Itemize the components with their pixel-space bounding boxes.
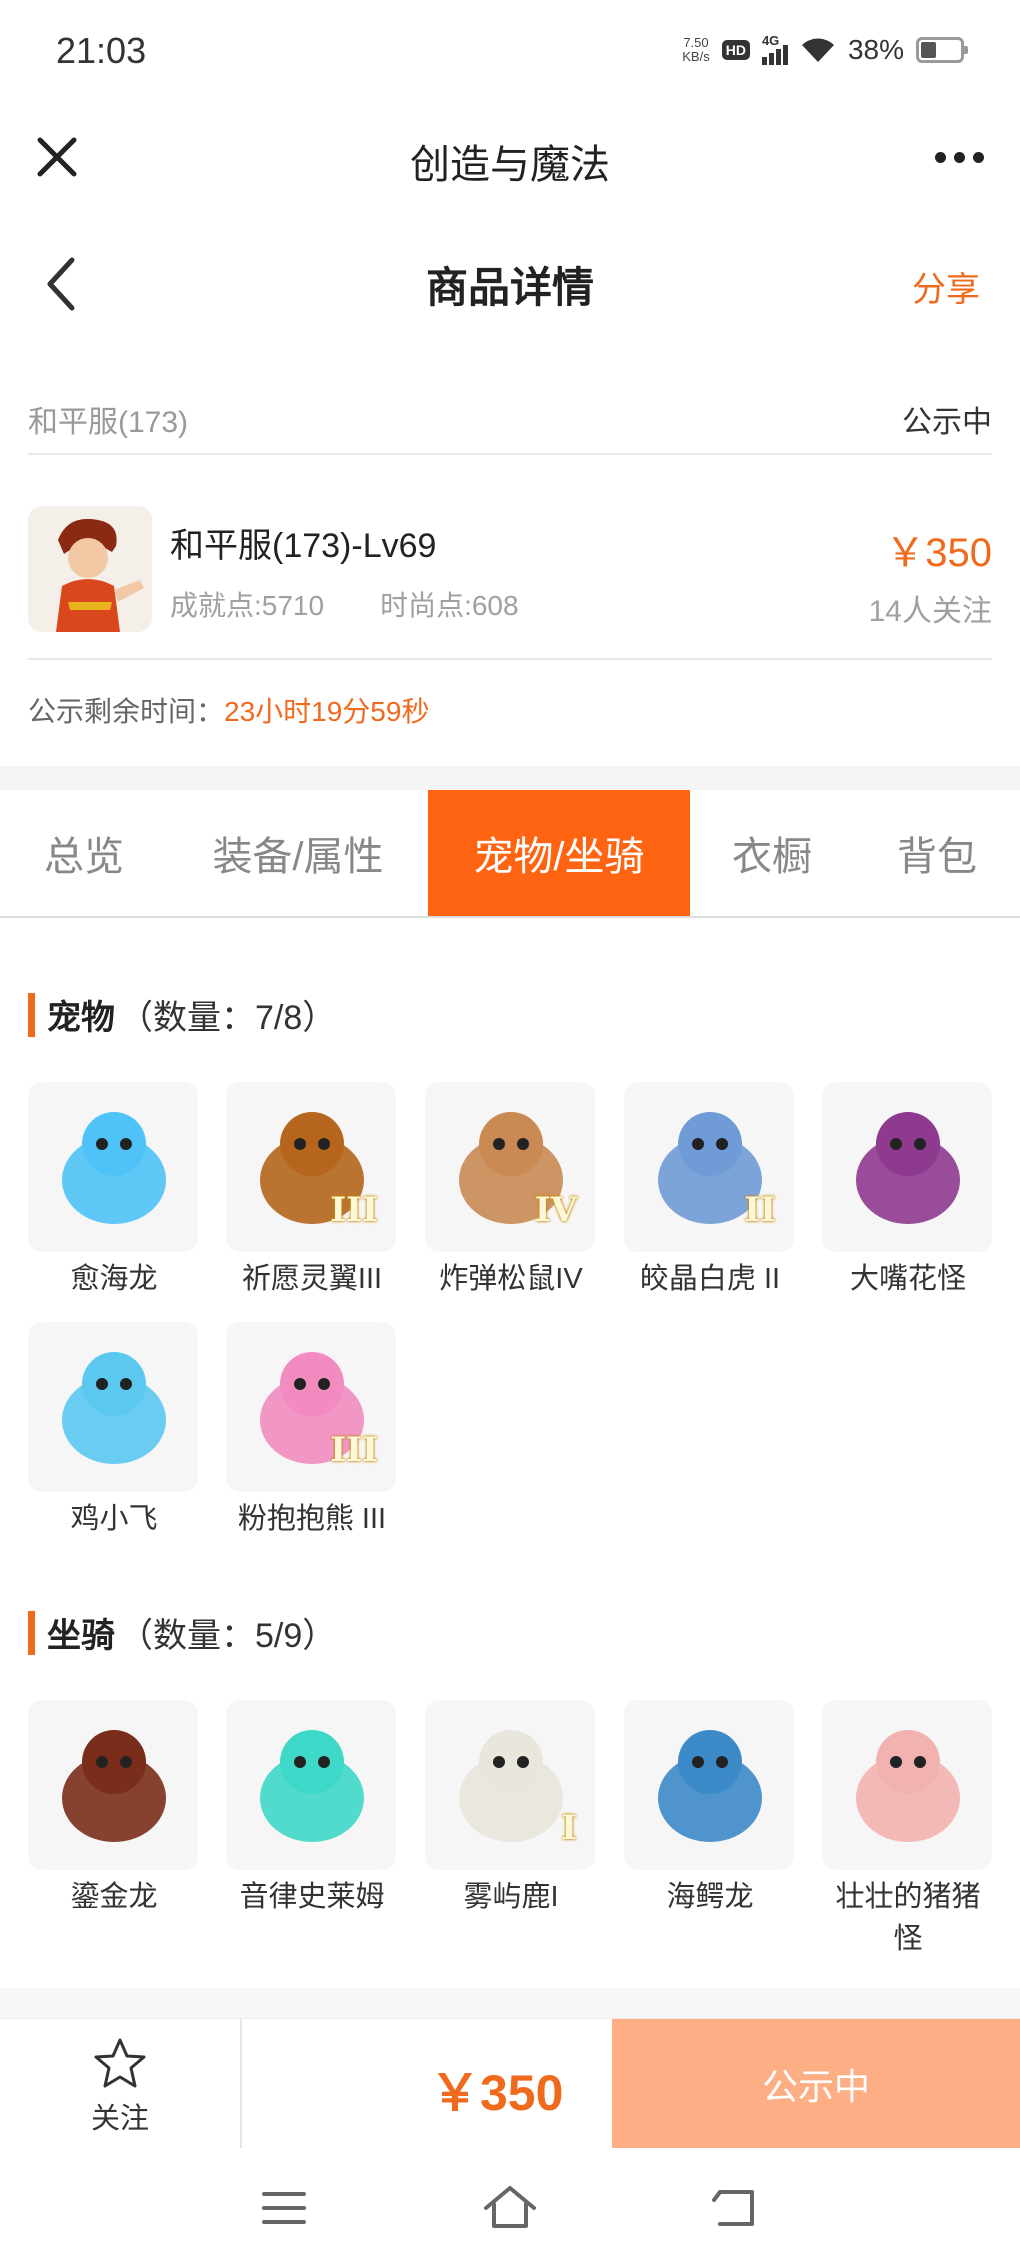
back-icon[interactable]	[706, 2178, 766, 2238]
product-name: 和平服(173)-Lv69	[170, 527, 437, 565]
pet-item[interactable]: II 皎晶白虎 II	[624, 1082, 796, 1300]
section-divider	[0, 766, 1020, 790]
mount-name: 鎏金龙	[70, 1881, 158, 1913]
pets-title: 宠物	[47, 999, 115, 1037]
mounts-title: 坐骑	[47, 1617, 115, 1655]
tab-backpack[interactable]: 背包	[854, 790, 1020, 916]
status-time: 21:03	[56, 30, 147, 71]
mount-name: 海鳄龙	[666, 1881, 754, 1913]
pets-count: （数量：7/8）	[119, 999, 337, 1037]
pet-name: 大嘴花怪	[849, 1263, 966, 1295]
more-options-icon[interactable]	[935, 152, 984, 163]
server-row: 和平服(173) 公示中	[28, 385, 992, 455]
star-icon	[94, 2038, 146, 2088]
app-title: 创造与魔法	[410, 143, 610, 187]
achievement-points: 成就点:5710	[170, 590, 325, 621]
countdown-value: 23小时19分59秒	[224, 696, 430, 727]
mount-name: 音律史莱姆	[239, 1881, 385, 1913]
pet-item[interactable]: 鸡小飞	[28, 1322, 200, 1540]
server-name: 和平服(173)	[28, 406, 189, 439]
net-speed-unit: KB/s	[682, 49, 710, 64]
app-bar: 创造与魔法	[0, 110, 1020, 210]
sea-dragon-icon	[624, 1700, 794, 1870]
mount-name: 壮壮的猪猪怪	[835, 1881, 981, 1955]
pets-section-title: 宠物 （数量：7/8）	[28, 990, 336, 1039]
status-icons: 7.50 KB/s HD 4G 38%	[682, 33, 968, 66]
status-button[interactable]: 公示中	[612, 2019, 1020, 2149]
system-nav-bar	[0, 2148, 1020, 2267]
pig-icon	[822, 1700, 992, 1870]
section-marker	[28, 992, 35, 1037]
tab-overview[interactable]: 总览	[0, 790, 168, 916]
fashion-points: 时尚点:608	[380, 590, 519, 621]
pet-item[interactable]: 大嘴花怪	[822, 1082, 994, 1300]
eagle-icon: III	[226, 1082, 396, 1252]
rank-badge: III	[330, 1190, 378, 1230]
network-type: 4G	[761, 33, 780, 48]
battery-icon	[916, 37, 968, 63]
flower-monster-icon	[822, 1082, 992, 1252]
net-speed: 7.50 KB/s	[682, 36, 709, 64]
follow-button[interactable]: 关注	[0, 2019, 242, 2149]
mount-item[interactable]: 海鳄龙	[624, 1700, 796, 1918]
golden-dragon-icon	[28, 1700, 198, 1870]
mount-name: 雾屿鹿I	[463, 1881, 559, 1913]
pet-item[interactable]: IV 炸弹松鼠IV	[425, 1082, 597, 1300]
section-marker	[28, 1610, 35, 1655]
pet-name: 粉抱抱熊 III	[237, 1503, 387, 1535]
rank-badge: IV	[534, 1190, 577, 1230]
pet-name: 炸弹松鼠IV	[439, 1263, 583, 1295]
product-card: 和平服(173)-Lv69 成就点:5710 时尚点:608 ￥350 14人关…	[28, 500, 992, 660]
follower-count: 14人关注	[868, 595, 992, 628]
home-icon[interactable]	[480, 2178, 540, 2238]
tab-equipment[interactable]: 装备/属性	[168, 790, 428, 916]
squirrel-icon: IV	[425, 1082, 595, 1252]
net-speed-value: 7.50	[683, 35, 709, 50]
countdown: 公示剩余时间：23小时19分59秒	[28, 690, 429, 730]
character-avatar	[28, 506, 152, 632]
listing-status: 公示中	[902, 406, 992, 439]
pet-name: 祈愿灵翼III	[241, 1263, 383, 1295]
pet-name: 皎晶白虎 II	[639, 1263, 781, 1295]
battery-percent: 38%	[847, 34, 904, 65]
mount-item[interactable]: 壮壮的猪猪怪	[822, 1700, 994, 1960]
slime-icon	[226, 1700, 396, 1870]
blue-dragon-icon	[28, 1082, 198, 1252]
mount-item[interactable]: 鎏金龙	[28, 1700, 200, 1918]
mounts-count: （数量：5/9）	[119, 1617, 337, 1655]
pink-bear-icon: III	[226, 1322, 396, 1492]
pet-item[interactable]: III 粉抱抱熊 III	[226, 1322, 398, 1540]
mount-item[interactable]: 音律史莱姆	[226, 1700, 398, 1918]
rank-badge: III	[330, 1430, 378, 1470]
detail-tabs: 总览 装备/属性 宠物/坐骑 衣橱 背包	[0, 790, 1020, 918]
wifi-icon	[801, 38, 834, 62]
page-title: 商品详情	[425, 264, 594, 311]
page-header: 商品详情 分享	[0, 240, 1020, 330]
cellular-signal-icon: 4G	[761, 33, 788, 65]
bottom-price: ￥350	[430, 2065, 564, 2121]
tab-pets-mounts[interactable]: 宠物/坐骑	[428, 790, 690, 916]
pet-name: 鸡小飞	[70, 1503, 158, 1535]
tab-wardrobe[interactable]: 衣橱	[690, 790, 854, 916]
mount-item[interactable]: I 雾屿鹿I	[425, 1700, 597, 1918]
share-button[interactable]: 分享	[912, 262, 980, 311]
pet-item[interactable]: III 祈愿灵翼III	[226, 1082, 398, 1300]
rank-badge: I	[561, 1808, 577, 1848]
bottom-spacer	[0, 1988, 1020, 2018]
hd-icon: HD	[721, 40, 750, 60]
rank-badge: II	[744, 1190, 776, 1230]
pet-name: 愈海龙	[70, 1263, 158, 1295]
blue-chick-icon	[28, 1322, 198, 1492]
follow-label: 关注	[90, 2103, 149, 2135]
deer-icon: I	[425, 1700, 595, 1870]
white-tiger-icon: II	[624, 1082, 794, 1252]
product-price: ￥350	[885, 531, 992, 575]
mounts-section-title: 坐骑 （数量：5/9）	[28, 1608, 336, 1657]
product-stats: 成就点:5710 时尚点:608	[170, 584, 519, 624]
pet-item[interactable]: 愈海龙	[28, 1082, 200, 1300]
bottom-action-bar: 关注 ￥350 公示中	[0, 2018, 1020, 2149]
countdown-label: 公示剩余时间：	[28, 696, 225, 727]
menu-icon[interactable]	[254, 2178, 314, 2238]
status-bar: 21:03 7.50 KB/s HD 4G 38%	[0, 0, 1020, 110]
